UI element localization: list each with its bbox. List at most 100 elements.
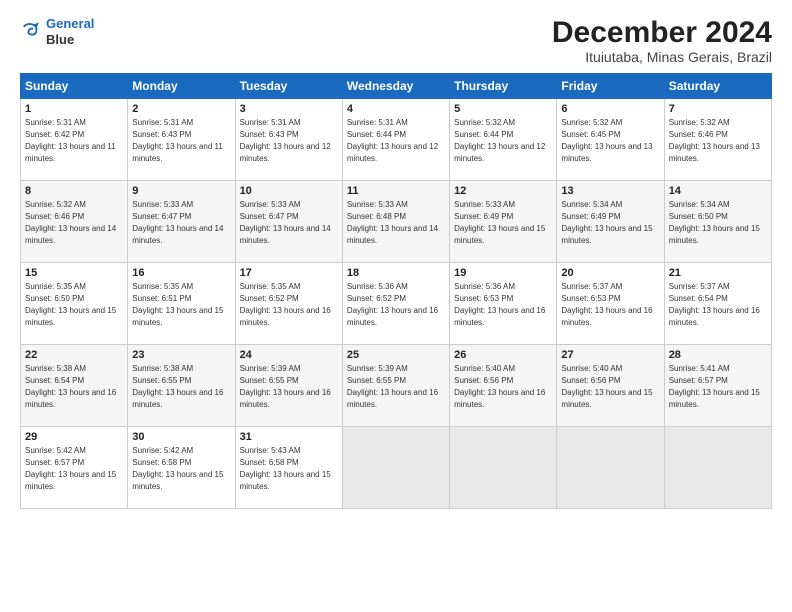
table-row: 21 Sunrise: 5:37 AM Sunset: 6:54 PM Dayl… <box>664 263 771 345</box>
daylight-text: Daylight: 13 hours and 16 minutes. <box>669 305 767 329</box>
day-info: Sunrise: 5:33 AM Sunset: 6:48 PM Dayligh… <box>347 199 445 247</box>
table-row: 17 Sunrise: 5:35 AM Sunset: 6:52 PM Dayl… <box>235 263 342 345</box>
day-info: Sunrise: 5:33 AM Sunset: 6:49 PM Dayligh… <box>454 199 552 247</box>
sunset-text: Sunset: 6:43 PM <box>240 129 338 141</box>
sunrise-text: Sunrise: 5:36 AM <box>347 281 445 293</box>
table-row: 16 Sunrise: 5:35 AM Sunset: 6:51 PM Dayl… <box>128 263 235 345</box>
day-info: Sunrise: 5:42 AM Sunset: 6:58 PM Dayligh… <box>132 445 230 493</box>
daylight-text: Daylight: 13 hours and 16 minutes. <box>132 387 230 411</box>
table-row: 6 Sunrise: 5:32 AM Sunset: 6:45 PM Dayli… <box>557 99 664 181</box>
sunrise-text: Sunrise: 5:41 AM <box>669 363 767 375</box>
table-row <box>342 427 449 509</box>
sunrise-text: Sunrise: 5:38 AM <box>132 363 230 375</box>
daylight-text: Daylight: 13 hours and 15 minutes. <box>669 387 767 411</box>
sunset-text: Sunset: 6:55 PM <box>240 375 338 387</box>
logo-icon <box>20 21 42 43</box>
sunset-text: Sunset: 6:52 PM <box>347 293 445 305</box>
daylight-text: Daylight: 13 hours and 14 minutes. <box>240 223 338 247</box>
sunset-text: Sunset: 6:54 PM <box>669 293 767 305</box>
table-row: 12 Sunrise: 5:33 AM Sunset: 6:49 PM Dayl… <box>450 181 557 263</box>
col-saturday: Saturday <box>664 74 771 99</box>
day-info: Sunrise: 5:32 AM Sunset: 6:46 PM Dayligh… <box>25 199 123 247</box>
sunrise-text: Sunrise: 5:42 AM <box>132 445 230 457</box>
table-row: 20 Sunrise: 5:37 AM Sunset: 6:53 PM Dayl… <box>557 263 664 345</box>
logo-line1: General <box>46 16 94 31</box>
sunset-text: Sunset: 6:58 PM <box>132 457 230 469</box>
day-number: 11 <box>347 185 445 197</box>
sunrise-text: Sunrise: 5:34 AM <box>561 199 659 211</box>
table-row: 24 Sunrise: 5:39 AM Sunset: 6:55 PM Dayl… <box>235 345 342 427</box>
col-monday: Monday <box>128 74 235 99</box>
col-sunday: Sunday <box>21 74 128 99</box>
table-row: 13 Sunrise: 5:34 AM Sunset: 6:49 PM Dayl… <box>557 181 664 263</box>
day-info: Sunrise: 5:36 AM Sunset: 6:52 PM Dayligh… <box>347 281 445 329</box>
day-info: Sunrise: 5:38 AM Sunset: 6:55 PM Dayligh… <box>132 363 230 411</box>
daylight-text: Daylight: 13 hours and 15 minutes. <box>669 223 767 247</box>
daylight-text: Daylight: 13 hours and 15 minutes. <box>454 223 552 247</box>
sunset-text: Sunset: 6:58 PM <box>240 457 338 469</box>
day-info: Sunrise: 5:35 AM Sunset: 6:51 PM Dayligh… <box>132 281 230 329</box>
day-number: 4 <box>347 103 445 115</box>
day-info: Sunrise: 5:36 AM Sunset: 6:53 PM Dayligh… <box>454 281 552 329</box>
table-row <box>664 427 771 509</box>
table-row: 19 Sunrise: 5:36 AM Sunset: 6:53 PM Dayl… <box>450 263 557 345</box>
day-info: Sunrise: 5:33 AM Sunset: 6:47 PM Dayligh… <box>240 199 338 247</box>
day-info: Sunrise: 5:32 AM Sunset: 6:45 PM Dayligh… <box>561 117 659 165</box>
table-row: 25 Sunrise: 5:39 AM Sunset: 6:55 PM Dayl… <box>342 345 449 427</box>
day-number: 10 <box>240 185 338 197</box>
sunset-text: Sunset: 6:55 PM <box>347 375 445 387</box>
daylight-text: Daylight: 13 hours and 12 minutes. <box>240 141 338 165</box>
location: Ituiutaba, Minas Gerais, Brazil <box>552 49 772 65</box>
daylight-text: Daylight: 13 hours and 16 minutes. <box>561 305 659 329</box>
day-info: Sunrise: 5:40 AM Sunset: 6:56 PM Dayligh… <box>561 363 659 411</box>
day-number: 23 <box>132 349 230 361</box>
table-row: 23 Sunrise: 5:38 AM Sunset: 6:55 PM Dayl… <box>128 345 235 427</box>
sunrise-text: Sunrise: 5:35 AM <box>25 281 123 293</box>
sunrise-text: Sunrise: 5:33 AM <box>240 199 338 211</box>
col-thursday: Thursday <box>450 74 557 99</box>
sunset-text: Sunset: 6:53 PM <box>454 293 552 305</box>
table-row: 31 Sunrise: 5:43 AM Sunset: 6:58 PM Dayl… <box>235 427 342 509</box>
table-row: 30 Sunrise: 5:42 AM Sunset: 6:58 PM Dayl… <box>128 427 235 509</box>
day-number: 3 <box>240 103 338 115</box>
daylight-text: Daylight: 13 hours and 14 minutes. <box>347 223 445 247</box>
table-row: 18 Sunrise: 5:36 AM Sunset: 6:52 PM Dayl… <box>342 263 449 345</box>
table-row: 15 Sunrise: 5:35 AM Sunset: 6:50 PM Dayl… <box>21 263 128 345</box>
sunset-text: Sunset: 6:47 PM <box>240 211 338 223</box>
sunset-text: Sunset: 6:50 PM <box>669 211 767 223</box>
sunset-text: Sunset: 6:57 PM <box>25 457 123 469</box>
table-row: 22 Sunrise: 5:38 AM Sunset: 6:54 PM Dayl… <box>21 345 128 427</box>
sunrise-text: Sunrise: 5:42 AM <box>25 445 123 457</box>
day-number: 28 <box>669 349 767 361</box>
sunset-text: Sunset: 6:56 PM <box>561 375 659 387</box>
day-info: Sunrise: 5:39 AM Sunset: 6:55 PM Dayligh… <box>240 363 338 411</box>
col-friday: Friday <box>557 74 664 99</box>
day-number: 24 <box>240 349 338 361</box>
sunrise-text: Sunrise: 5:32 AM <box>669 117 767 129</box>
day-number: 22 <box>25 349 123 361</box>
sunset-text: Sunset: 6:51 PM <box>132 293 230 305</box>
daylight-text: Daylight: 13 hours and 14 minutes. <box>25 223 123 247</box>
sunrise-text: Sunrise: 5:33 AM <box>454 199 552 211</box>
day-info: Sunrise: 5:42 AM Sunset: 6:57 PM Dayligh… <box>25 445 123 493</box>
day-number: 13 <box>561 185 659 197</box>
sunrise-text: Sunrise: 5:32 AM <box>454 117 552 129</box>
sunset-text: Sunset: 6:45 PM <box>561 129 659 141</box>
sunset-text: Sunset: 6:56 PM <box>454 375 552 387</box>
sunrise-text: Sunrise: 5:35 AM <box>132 281 230 293</box>
sunset-text: Sunset: 6:55 PM <box>132 375 230 387</box>
sunrise-text: Sunrise: 5:31 AM <box>132 117 230 129</box>
daylight-text: Daylight: 13 hours and 15 minutes. <box>561 223 659 247</box>
sunrise-text: Sunrise: 5:40 AM <box>561 363 659 375</box>
day-number: 14 <box>669 185 767 197</box>
sunrise-text: Sunrise: 5:43 AM <box>240 445 338 457</box>
daylight-text: Daylight: 13 hours and 11 minutes. <box>132 141 230 165</box>
sunrise-text: Sunrise: 5:40 AM <box>454 363 552 375</box>
day-info: Sunrise: 5:37 AM Sunset: 6:54 PM Dayligh… <box>669 281 767 329</box>
daylight-text: Daylight: 13 hours and 15 minutes. <box>132 469 230 493</box>
daylight-text: Daylight: 13 hours and 11 minutes. <box>25 141 123 165</box>
table-row: 2 Sunrise: 5:31 AM Sunset: 6:43 PM Dayli… <box>128 99 235 181</box>
day-number: 7 <box>669 103 767 115</box>
sunset-text: Sunset: 6:47 PM <box>132 211 230 223</box>
sunrise-text: Sunrise: 5:37 AM <box>561 281 659 293</box>
